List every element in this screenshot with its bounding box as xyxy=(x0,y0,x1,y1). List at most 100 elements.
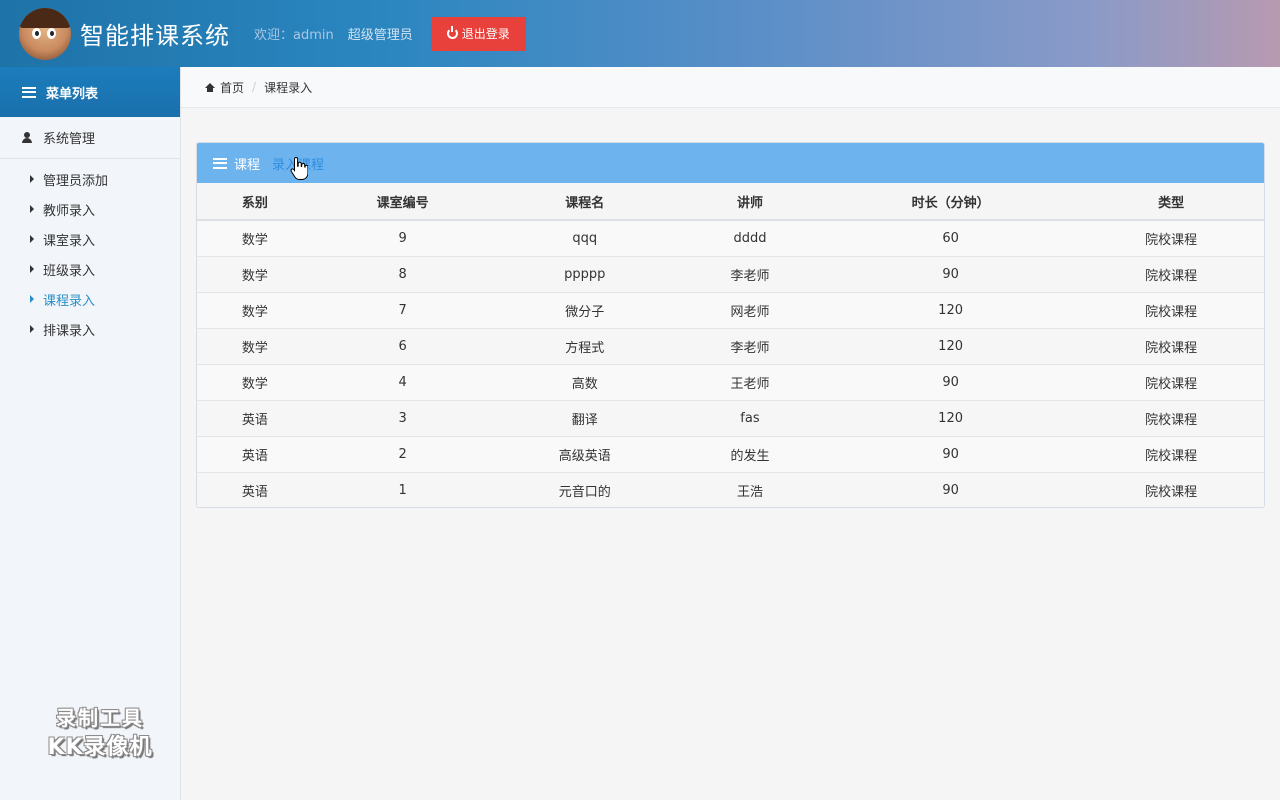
table-row: 英语 3 翻译 fas 120 院校课程 xyxy=(197,399,1264,436)
panel-title: 课程 xyxy=(234,157,261,173)
table-cell: dddd xyxy=(677,219,823,256)
table-cell: 方程式 xyxy=(492,327,678,364)
watermark-line2: KK录像机 xyxy=(47,735,153,760)
caret-right-icon xyxy=(30,235,34,243)
table-cell: 李老师 xyxy=(677,255,823,292)
welcome-text: 欢迎：admin xyxy=(254,28,334,43)
caret-right-icon xyxy=(30,295,34,303)
caret-right-icon xyxy=(30,205,34,213)
table-row: 数学 8 ppppp 李老师 90 院校课程 xyxy=(197,255,1264,292)
table-cell: 90 xyxy=(822,435,1079,472)
sidebar-item-label: 课程录入 xyxy=(43,293,96,309)
table-cell: 院校课程 xyxy=(1078,435,1264,472)
breadcrumb-home[interactable]: 首页 xyxy=(220,79,244,96)
caret-right-icon xyxy=(30,265,34,273)
panel-header: 课程 录入课程 xyxy=(197,143,1264,183)
column-header: 类型 xyxy=(1078,183,1264,221)
course-table: 系别 课室编号 课程名 讲师 时长（分钟） 类型 数学 9 qqq dddd 60 院校课程 数学 8 p… xyxy=(197,183,1264,507)
column-header: 时长（分钟） xyxy=(822,183,1079,221)
table-cell: 王老师 xyxy=(677,363,823,400)
table-cell: 9 xyxy=(312,219,493,256)
table-row: 英语 1 元音口的 王浩 90 院校课程 xyxy=(197,471,1264,507)
table-cell: ppppp xyxy=(492,255,678,292)
table-cell: 8 xyxy=(312,255,493,292)
logout-button[interactable]: 退出登录 xyxy=(430,16,526,51)
table-cell: 数学 xyxy=(197,255,313,292)
table-cell: 英语 xyxy=(197,399,313,436)
sidebar-items: 管理员添加教师录入课室录入班级录入课程录入排课录入 xyxy=(0,159,180,344)
sidebar-item[interactable]: 教师录入 xyxy=(0,194,180,224)
sidebar-item-label: 教师录入 xyxy=(43,203,96,219)
table-row: 数学 6 方程式 李老师 120 院校课程 xyxy=(197,327,1264,364)
table-row: 数学 9 qqq dddd 60 院校课程 xyxy=(197,219,1264,256)
table-cell: 90 xyxy=(822,363,1079,400)
breadcrumb-current: 课程录入 xyxy=(264,80,313,95)
column-header: 系别 xyxy=(197,183,313,221)
table-cell: 院校课程 xyxy=(1078,399,1264,436)
table-cell: 7 xyxy=(312,291,493,328)
table-cell: 90 xyxy=(822,471,1079,507)
sidebar-item[interactable]: 课程录入 xyxy=(0,284,180,314)
table-cell: 数学 xyxy=(197,363,313,400)
recorder-watermark: 录制工具 KK录像机 xyxy=(30,703,170,763)
table-cell: 数学 xyxy=(197,219,313,256)
logout-label: 退出登录 xyxy=(461,27,510,41)
table-cell: 院校课程 xyxy=(1078,363,1264,400)
breadcrumb-separator: / xyxy=(252,80,257,94)
table-cell: 院校课程 xyxy=(1078,291,1264,328)
avatar-logo xyxy=(19,7,71,60)
sidebar-group-system[interactable]: 系统管理 xyxy=(0,117,180,159)
table-cell: 高数 xyxy=(492,363,678,400)
table-cell: 院校课程 xyxy=(1078,219,1264,256)
table-cell: 高级英语 xyxy=(492,435,678,472)
table-cell: 90 xyxy=(822,255,1079,292)
sidebar-item[interactable]: 管理员添加 xyxy=(0,164,180,194)
sidebar-item[interactable]: 课室录入 xyxy=(0,224,180,254)
column-header: 课程名 xyxy=(492,183,678,221)
table-cell: 院校课程 xyxy=(1078,255,1264,292)
breadcrumb: 首页 / 课程录入 xyxy=(181,67,1280,108)
sidebar-item-label: 课室录入 xyxy=(43,233,96,249)
sidebar-item-label: 排课录入 xyxy=(43,323,96,339)
table-cell: 4 xyxy=(312,363,493,400)
table-body: 数学 9 qqq dddd 60 院校课程 数学 8 ppppp 李老师 90 院校课程 数学 7 微分子网… xyxy=(197,219,1264,507)
table-cell: 网老师 xyxy=(677,291,823,328)
group-title: 系统管理 xyxy=(43,132,96,147)
menu-title: 菜单列表 xyxy=(46,86,99,102)
table-row: 数学 4 高数 王老师 90 院校课程 xyxy=(197,363,1264,400)
table-cell: 英语 xyxy=(197,435,313,472)
table-cell: 数学 xyxy=(197,291,313,328)
table-cell: 1 xyxy=(312,471,493,507)
list-icon xyxy=(213,157,227,169)
list-icon xyxy=(22,86,36,98)
caret-right-icon xyxy=(30,325,34,333)
table-cell: 120 xyxy=(822,327,1079,364)
table-cell: 翻译 xyxy=(492,399,678,436)
table-cell: 2 xyxy=(312,435,493,472)
table-cell: 120 xyxy=(822,399,1079,436)
table-row: 英语 2 高级英语 的发生 90 院校课程 xyxy=(197,435,1264,472)
course-panel: 课程 录入课程 系别课室编号课程名讲师时长（分钟）类型 数学9qqqdddd60… xyxy=(196,142,1265,508)
watermark-line1: 录制工具 xyxy=(56,706,144,730)
sidebar: 菜单列表 系统管理 管理员添加教师录入课室录入班级录入课程录入排课录入 录制工具… xyxy=(0,67,181,800)
table-cell: 院校课程 xyxy=(1078,471,1264,507)
column-header: 课室编号 xyxy=(312,183,493,221)
sidebar-item[interactable]: 班级录入 xyxy=(0,254,180,284)
table-cell: 英语 xyxy=(197,471,313,507)
home-icon xyxy=(205,82,215,92)
table-cell: 王浩 xyxy=(677,471,823,507)
app-title: 智能排课系统 xyxy=(80,22,230,50)
table-cell: 院校课程 xyxy=(1078,327,1264,364)
table-cell: 数学 xyxy=(197,327,313,364)
table-cell: 6 xyxy=(312,327,493,364)
menu-list-header: 菜单列表 xyxy=(0,67,180,117)
caret-right-icon xyxy=(30,175,34,183)
table-cell: 李老师 xyxy=(677,327,823,364)
top-header: 智能排课系统 欢迎：admin 超级管理员 退出登录 xyxy=(0,0,1280,67)
table-cell: 3 xyxy=(312,399,493,436)
hand-cursor-icon xyxy=(290,156,308,180)
table-cell: 120 xyxy=(822,291,1079,328)
user-icon xyxy=(22,132,32,143)
sidebar-item[interactable]: 排课录入 xyxy=(0,314,180,344)
table-cell: qqq xyxy=(492,219,678,256)
